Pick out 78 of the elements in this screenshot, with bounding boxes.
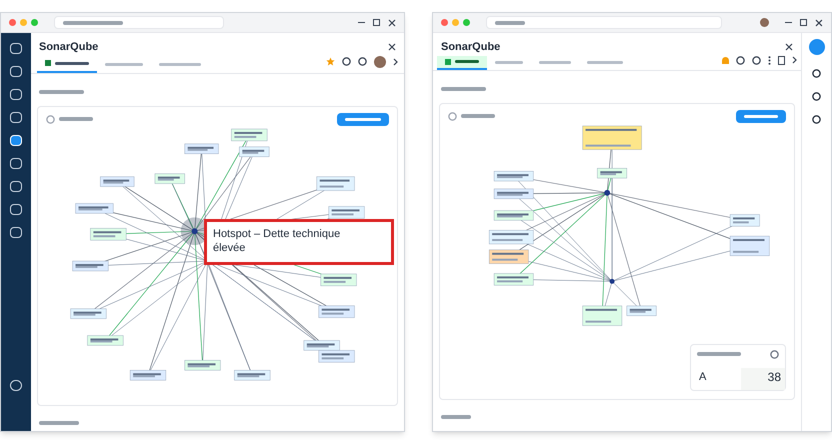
status-text — [39, 420, 79, 424]
graph-node[interactable] — [72, 260, 108, 271]
graph-node[interactable] — [730, 235, 770, 256]
blurred-text — [461, 114, 495, 118]
graph-node[interactable] — [90, 228, 126, 240]
nav-icon[interactable] — [10, 66, 22, 77]
graph-node[interactable] — [730, 214, 760, 226]
close-icon[interactable] — [815, 18, 824, 26]
minimize-icon[interactable] — [785, 22, 792, 23]
breadcrumb — [39, 90, 84, 94]
maximize-icon[interactable] — [800, 19, 808, 26]
chevron-icon[interactable] — [393, 58, 398, 66]
graph-node[interactable] — [304, 340, 340, 350]
panel-title — [697, 352, 741, 356]
close-icon[interactable] — [388, 43, 396, 52]
address-bar[interactable] — [54, 16, 224, 29]
graph-node[interactable] — [231, 128, 268, 141]
graph-node[interactable] — [582, 305, 622, 326]
close-icon[interactable] — [388, 18, 396, 26]
blurred-text — [495, 20, 525, 24]
graph-node[interactable] — [100, 176, 134, 186]
graph-node[interactable] — [582, 125, 642, 150]
graph-node[interactable] — [70, 308, 106, 318]
avatar[interactable] — [760, 18, 770, 27]
tab-icon — [445, 58, 451, 64]
graph-node[interactable] — [184, 360, 221, 370]
status-text — [441, 414, 471, 419]
metric-value: 38 — [741, 368, 785, 390]
graph-node[interactable] — [488, 249, 529, 264]
graph-node[interactable] — [184, 143, 219, 154]
nav-icon[interactable] — [10, 89, 22, 100]
graph-node[interactable] — [75, 202, 114, 214]
app-title: SonarQube — [39, 40, 98, 55]
star-icon[interactable] — [326, 57, 335, 66]
blurred-text — [63, 20, 123, 24]
hub-node — [192, 228, 198, 234]
blurred-text — [59, 117, 93, 121]
action-button[interactable] — [736, 110, 786, 122]
nav-icon[interactable] — [10, 380, 22, 391]
nav-icon[interactable] — [10, 112, 22, 123]
address-bar[interactable] — [486, 16, 722, 29]
graph-node[interactable] — [626, 305, 657, 316]
graph-node[interactable] — [494, 272, 534, 285]
graph-node[interactable] — [316, 176, 355, 190]
graph-node[interactable] — [494, 210, 534, 220]
hub-node — [610, 278, 615, 284]
callout-text: Hotspot – Dette technique élevée — [213, 226, 342, 254]
action-button[interactable] — [337, 112, 389, 126]
graph-node[interactable] — [597, 168, 628, 178]
breadcrumb — [441, 86, 486, 90]
more-icon[interactable] — [768, 56, 771, 64]
assistant-icon[interactable] — [808, 39, 824, 55]
tab[interactable] — [437, 56, 487, 70]
graph-node[interactable] — [318, 350, 355, 362]
graph-node[interactable] — [320, 273, 357, 286]
graph-node[interactable] — [130, 370, 166, 380]
graph-node[interactable] — [494, 188, 534, 198]
nav-icon[interactable] — [10, 181, 22, 192]
graph-node[interactable] — [154, 172, 185, 184]
graph-node[interactable] — [488, 230, 534, 244]
nav-icon[interactable] — [10, 158, 22, 169]
close-icon[interactable] — [785, 43, 793, 52]
avatar[interactable] — [374, 56, 386, 68]
nav-icon[interactable] — [10, 204, 22, 215]
graph-node[interactable] — [239, 146, 270, 156]
nav-icon[interactable] — [10, 43, 22, 54]
app-title: SonarQube — [441, 40, 500, 55]
graph-node[interactable] — [87, 334, 124, 346]
nav-icon[interactable] — [10, 227, 22, 238]
hub-node — [604, 189, 610, 196]
graph-node[interactable] — [328, 206, 365, 218]
graph-node[interactable] — [234, 370, 270, 380]
chevron-icon[interactable] — [792, 56, 797, 64]
graph-node[interactable] — [494, 170, 534, 181]
maximize-icon[interactable] — [373, 19, 380, 26]
quality-grade: A — [698, 370, 708, 386]
tab-icon — [45, 60, 51, 66]
graph-node[interactable] — [318, 305, 355, 318]
